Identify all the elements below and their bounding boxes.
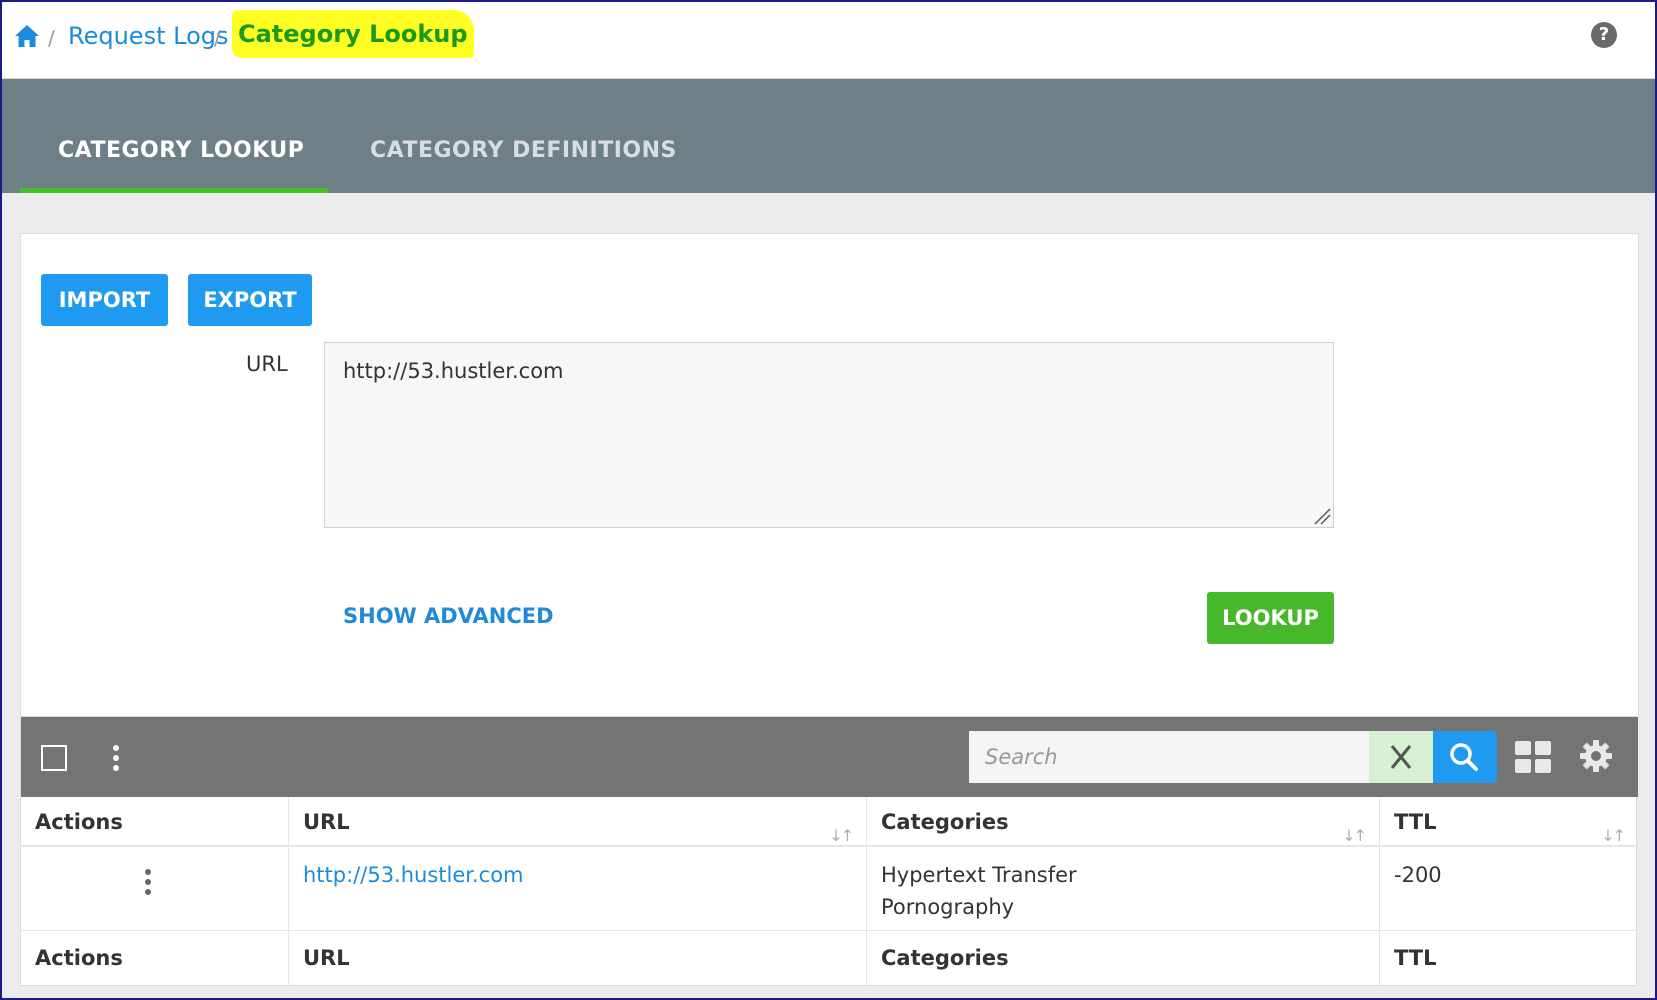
resize-grip-icon[interactable]: [1311, 505, 1331, 525]
lookup-button[interactable]: LOOKUP: [1207, 592, 1334, 644]
breadcrumb-current-page: Category Lookup: [232, 10, 474, 58]
row-ttl-value: -200: [1394, 863, 1442, 887]
grid-toolbar: [21, 717, 1638, 797]
home-icon[interactable]: [14, 24, 40, 48]
lookup-form-panel: IMPORT EXPORT URL http://53.hustler.com …: [20, 233, 1639, 717]
tab-category-lookup[interactable]: CATEGORY LOOKUP: [20, 79, 328, 193]
url-field-label: URL: [246, 352, 288, 376]
column-header-label: Actions: [35, 810, 123, 834]
footer-column-ttl: TTL: [1394, 946, 1437, 970]
breadcrumb-separator: /: [214, 26, 221, 50]
column-header-label: TTL: [1394, 810, 1437, 834]
tab-bar: CATEGORY LOOKUP CATEGORY DEFINITIONS: [2, 79, 1655, 193]
select-all-checkbox[interactable]: [41, 745, 67, 771]
column-header-label: Categories: [881, 810, 1009, 834]
content-area: IMPORT EXPORT URL http://53.hustler.com …: [2, 193, 1655, 998]
url-textarea-value: http://53.hustler.com: [343, 359, 564, 383]
category-item: Pornography: [881, 895, 1015, 919]
table-row: http://53.hustler.com Hypertext Transfer…: [21, 847, 1638, 931]
search-icon: [1450, 743, 1478, 771]
row-ttl-cell: -200: [1380, 847, 1638, 930]
column-header-label: URL: [303, 810, 350, 834]
import-button[interactable]: IMPORT: [41, 274, 168, 326]
footer-column-categories: Categories: [867, 931, 1380, 985]
results-grid: Actions URL ↓↑ Categories ↓↑ TTL ↓↑: [20, 716, 1638, 986]
column-header-url[interactable]: URL ↓↑: [289, 797, 867, 845]
show-advanced-link[interactable]: SHOW ADVANCED: [343, 604, 554, 628]
column-header-categories[interactable]: Categories ↓↑: [867, 797, 1380, 845]
category-item: Hypertext Transfer: [881, 863, 1077, 887]
search-box: [969, 731, 1369, 783]
column-header-actions: Actions: [21, 797, 289, 845]
url-textarea[interactable]: http://53.hustler.com: [324, 342, 1334, 528]
row-actions-icon[interactable]: [144, 869, 152, 899]
tab-category-definitions[interactable]: CATEGORY DEFINITIONS: [370, 79, 677, 193]
footer-column-actions: Actions: [21, 931, 289, 985]
clear-search-button[interactable]: [1369, 731, 1433, 783]
column-header-ttl[interactable]: TTL ↓↑: [1380, 797, 1638, 845]
search-button[interactable]: [1433, 731, 1497, 783]
row-actions-cell: [21, 847, 289, 930]
breadcrumb-link-request-logs[interactable]: Request Logs: [68, 22, 229, 50]
grid-view-icon[interactable]: [1515, 741, 1551, 773]
row-url-link[interactable]: http://53.hustler.com: [303, 863, 524, 887]
footer-column-url: URL: [289, 931, 867, 985]
search-input[interactable]: [969, 731, 1369, 783]
row-url-cell: http://53.hustler.com: [289, 847, 867, 930]
table-footer-row: Actions URL Categories TTL: [21, 931, 1638, 985]
row-categories-cell: Hypertext Transfer Pornography: [867, 847, 1380, 930]
breadcrumb: / Request Logs / Category Lookup ?: [2, 2, 1655, 79]
toolbar-more-icon[interactable]: [112, 745, 120, 775]
close-icon: [1390, 745, 1412, 769]
gear-icon[interactable]: [1579, 739, 1613, 773]
breadcrumb-separator: /: [48, 26, 55, 50]
help-icon[interactable]: ?: [1591, 22, 1617, 48]
app-window: / Request Logs / Category Lookup ? CATEG…: [0, 0, 1657, 1000]
table-header-row: Actions URL ↓↑ Categories ↓↑ TTL ↓↑: [21, 797, 1638, 847]
export-button[interactable]: EXPORT: [188, 274, 312, 326]
